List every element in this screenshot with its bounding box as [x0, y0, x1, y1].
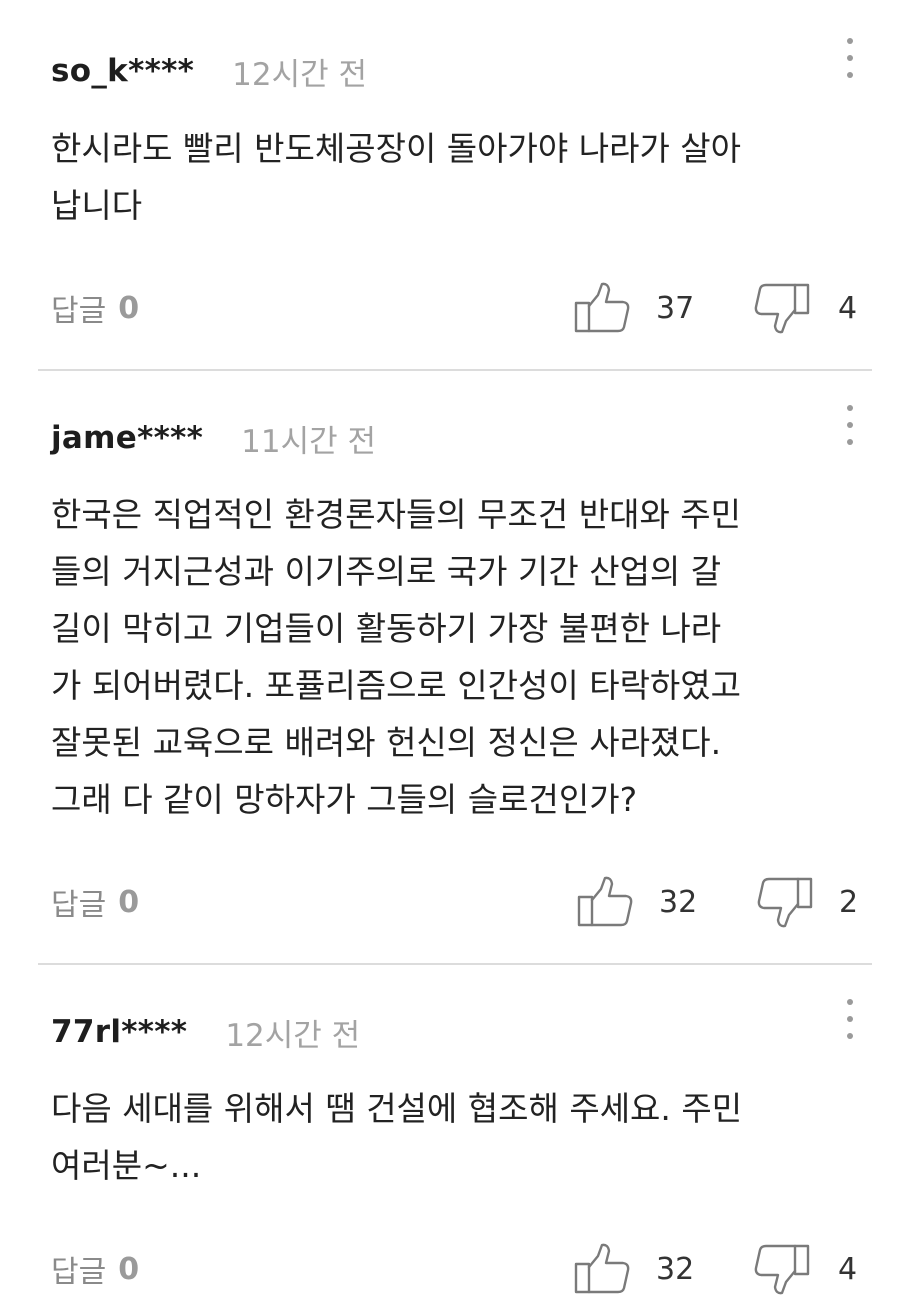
comment-body: 한국은 직업적인 환경론자들의 무조건 반대와 주민 들의 거지근성과 이기주의…	[51, 486, 851, 828]
more-options-icon[interactable]	[838, 38, 862, 78]
comment-footer: 답글 0 32 4	[0, 1241, 900, 1297]
like-button[interactable]: 37	[574, 280, 694, 336]
thumbs-down-icon	[754, 282, 810, 334]
comment-text-line: 길이 막히고 기업들이 활동하기 가장 불편한 나라	[51, 609, 722, 648]
comment-header: 77rl**** 12시간 전	[51, 1012, 361, 1054]
divider	[38, 963, 872, 965]
reply-count: 0	[118, 884, 140, 920]
comment-text-line: 들의 거지근성과 이기주의로 국가 기간 산업의 갈	[51, 552, 722, 591]
dot	[847, 1033, 853, 1039]
comment-footer: 답글 0 37 4	[0, 280, 900, 336]
comment-timestamp: 11시간 전	[241, 423, 376, 460]
comment-body: 한시라도 빨리 반도체공장이 돌아가야 나라가 살아 납니다	[51, 120, 851, 234]
like-button[interactable]: 32	[577, 874, 697, 930]
reply-button[interactable]: 답글 0	[51, 1241, 139, 1297]
comment-text-line: 다음 세대를 위해서 땜 건설에 협조해 주세요. 주민	[51, 1089, 743, 1128]
comment-username[interactable]: 77rl****	[51, 1014, 187, 1050]
comment-text-line: 그래 다 같이 망하자가 그들의 슬로건인가?	[51, 780, 638, 819]
like-count: 32	[659, 884, 698, 920]
thumbs-down-icon	[754, 1243, 810, 1295]
dot	[847, 999, 853, 1005]
dot	[847, 439, 853, 445]
like-button[interactable]: 32	[574, 1241, 694, 1297]
divider	[38, 369, 872, 371]
reply-label: 답글	[51, 1255, 107, 1290]
comment-text-line: 가 되어버렸다. 포퓰리즘으로 인간성이 타락하였고	[51, 666, 742, 705]
dot	[847, 38, 853, 44]
comment-header: so_k**** 12시간 전	[51, 51, 367, 93]
thumbs-up-icon	[574, 282, 630, 334]
thumbs-up-icon	[574, 1243, 630, 1295]
reply-button[interactable]: 답글 0	[51, 874, 139, 930]
dot	[847, 1016, 853, 1022]
dislike-button[interactable]: 2	[757, 874, 858, 930]
comment-text-line: 한국은 직업적인 환경론자들의 무조건 반대와 주민	[51, 495, 742, 534]
comment-timestamp: 12시간 전	[225, 1017, 361, 1054]
dislike-count: 4	[838, 290, 858, 326]
comment-text-line: 납니다	[51, 186, 143, 225]
comment-timestamp: 12시간 전	[232, 56, 367, 93]
dislike-button[interactable]: 4	[754, 1241, 857, 1297]
dislike-count: 4	[838, 1251, 858, 1287]
reply-button[interactable]: 답글 0	[51, 280, 139, 336]
comment-text-line: 여러분~...	[51, 1146, 202, 1185]
comment-header: jame**** 11시간 전	[51, 418, 376, 460]
reply-label: 답글	[51, 888, 107, 923]
comment-text-line: 잘못된 교육으로 배려와 헌신의 정신은 사라졌다.	[51, 723, 722, 762]
reply-label: 답글	[51, 294, 107, 329]
thumbs-down-icon	[757, 876, 813, 928]
comment-username[interactable]: so_k****	[51, 53, 194, 89]
like-count: 32	[656, 1251, 695, 1287]
dot	[847, 422, 853, 428]
dot	[847, 405, 853, 411]
dislike-button[interactable]: 4	[754, 280, 857, 336]
comment-footer: 답글 0 32 2	[0, 874, 900, 930]
comment-username[interactable]: jame****	[51, 420, 203, 456]
reply-count: 0	[118, 1251, 140, 1287]
comment-text-line: 한시라도 빨리 반도체공장이 돌아가야 나라가 살아	[51, 129, 742, 168]
thumbs-up-icon	[577, 876, 633, 928]
like-count: 37	[656, 290, 695, 326]
comment-body: 다음 세대를 위해서 땜 건설에 협조해 주세요. 주민 여러분~...	[51, 1080, 851, 1194]
dot	[847, 72, 853, 78]
reply-count: 0	[118, 290, 140, 326]
more-options-icon[interactable]	[838, 405, 862, 445]
dot	[847, 55, 853, 61]
dislike-count: 2	[839, 884, 859, 920]
more-options-icon[interactable]	[838, 999, 862, 1039]
